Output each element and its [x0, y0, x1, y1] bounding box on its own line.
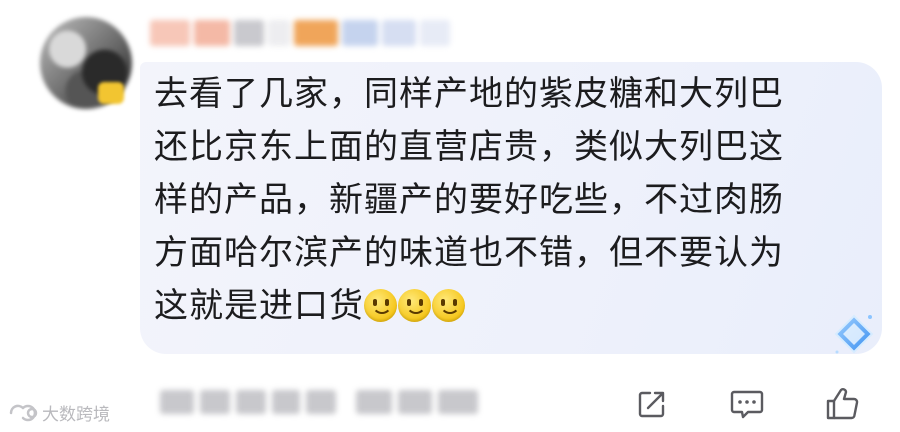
- comment-text-line: 样的产品，新疆产的要好吃些，不过肉肠: [154, 180, 784, 220]
- comment-text-line-last: 这就是进口货: [154, 280, 844, 333]
- comment-text-line: 去看了几家，同样产地的紫皮糖和大列巴: [154, 74, 784, 114]
- comment-icon: [730, 390, 764, 419]
- slightly-smiling-face-icon: [364, 289, 397, 322]
- like-button[interactable]: [822, 384, 862, 424]
- username[interactable]: [150, 16, 450, 50]
- share-button[interactable]: [632, 384, 672, 424]
- watermark-logo-icon: [9, 404, 38, 421]
- share-icon: [638, 391, 665, 418]
- watermark-text: 大数跨境: [42, 405, 110, 425]
- comment-text: 去看了几家，同样产地的紫皮糖和大列巴 还比京东上面的直营店贵，类似大列巴这 样的…: [154, 68, 844, 333]
- slightly-smiling-face-icon: [432, 289, 465, 322]
- watermark: 大数跨境: [8, 400, 110, 425]
- slightly-smiling-face-icon: [398, 289, 431, 322]
- diamond-icon: [834, 314, 874, 354]
- thumbs-up-icon: [826, 388, 859, 420]
- comment-meta: [160, 390, 478, 414]
- comment-text-line: 这就是进口货: [154, 286, 364, 326]
- reply-button[interactable]: [727, 384, 767, 424]
- avatar-badge-icon: [98, 82, 124, 104]
- comment-text-line: 方面哈尔滨产的味道也不错，但不要认为: [154, 233, 784, 273]
- comment-card: 去看了几家，同样产地的紫皮糖和大列巴 还比京东上面的直营店贵，类似大列巴这 样的…: [0, 0, 900, 432]
- comment-text-line: 还比京东上面的直营店贵，类似大列巴这: [154, 127, 784, 167]
